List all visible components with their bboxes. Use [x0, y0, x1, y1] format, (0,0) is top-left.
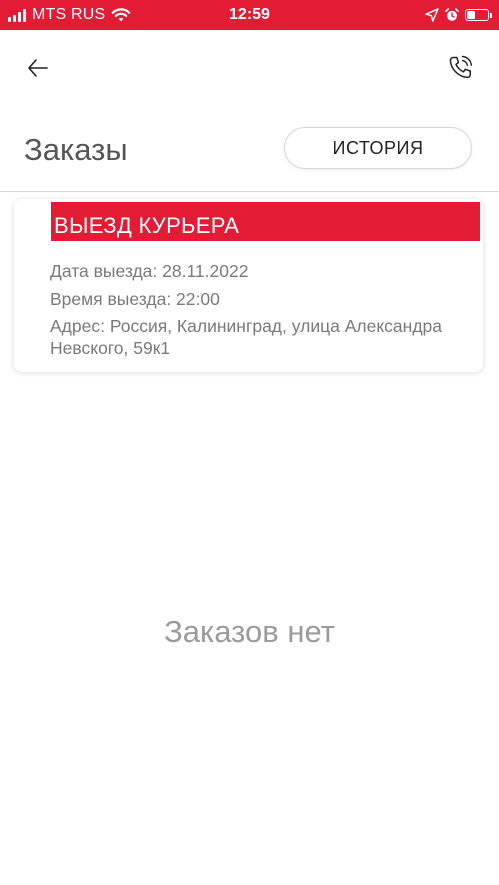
order-time: Время выезда: 22:00: [50, 289, 220, 309]
status-right: [425, 0, 492, 30]
status-bar: MTS RUS 12:59: [0, 0, 499, 30]
order-card[interactable]: ВЫЕЗД КУРЬЕРА Дата выезда: 28.11.2022 Вр…: [14, 199, 483, 372]
location-arrow-icon: [425, 8, 439, 22]
battery-level: [467, 11, 475, 19]
back-button[interactable]: [22, 52, 54, 84]
alarm-clock-icon: [445, 8, 459, 21]
arrow-left-icon: [28, 59, 48, 77]
header-divider: [0, 191, 499, 192]
empty-orders-message: Заказов нет: [164, 614, 335, 649]
order-date: Дата выезда: 28.11.2022: [50, 261, 249, 281]
call-button[interactable]: [444, 52, 476, 84]
order-address: Адрес: Россия, Калининград, улица Алекса…: [50, 316, 442, 358]
phone-call-icon: [449, 55, 472, 79]
page-title: Заказы: [24, 132, 128, 167]
history-button[interactable]: ИСТОРИЯ: [284, 127, 472, 169]
order-type-banner: ВЫЕЗД КУРЬЕРА: [51, 202, 480, 241]
battery-icon: [465, 9, 492, 21]
